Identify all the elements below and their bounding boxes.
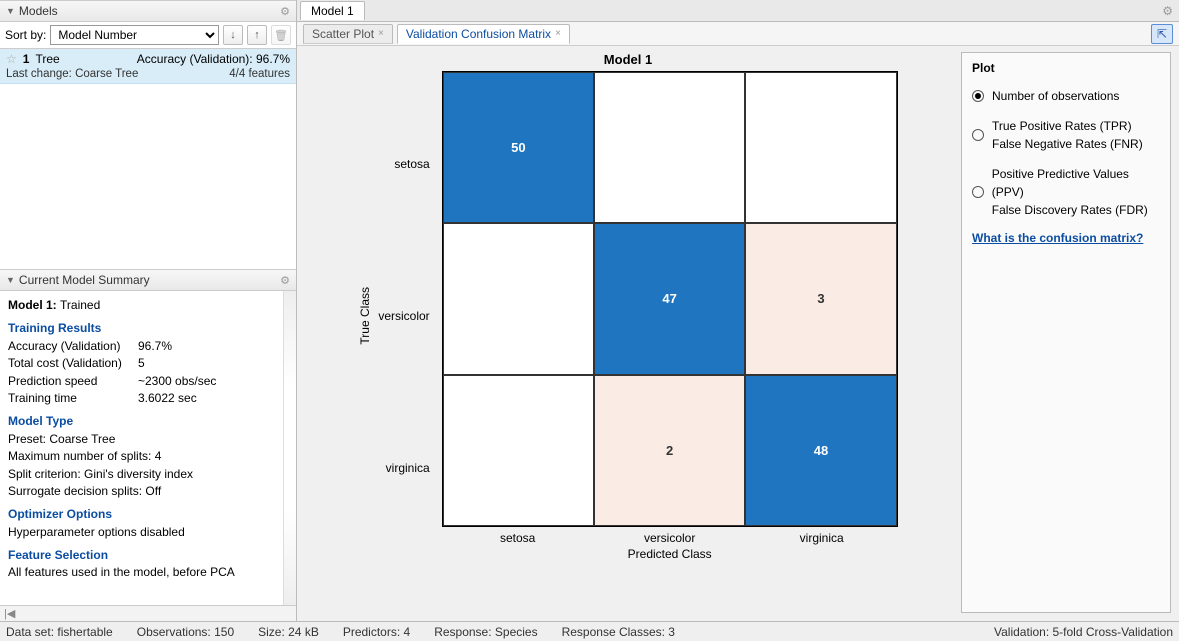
model-accuracy-label: Accuracy (Validation): 96.7%	[137, 52, 290, 66]
confusion-matrix-grid: 50473248	[442, 71, 898, 527]
model-name: Tree	[35, 52, 130, 66]
x-tick-labels: setosa versicolor virginica	[442, 527, 898, 545]
star-icon[interactable]: ☆	[6, 52, 17, 66]
gear-icon[interactable]: ⚙	[1162, 4, 1173, 18]
status-observations: Observations: 150	[137, 625, 234, 639]
models-list: ☆ 1 Tree Accuracy (Validation): 96.7% La…	[0, 49, 296, 269]
matrix-cell	[745, 72, 896, 223]
status-classes: Response Classes: 3	[562, 625, 675, 639]
close-icon[interactable]: ×	[378, 28, 384, 39]
radio-tpr-fnr[interactable]: True Positive Rates (TPR) False Negative…	[972, 117, 1160, 153]
disclosure-icon: ▼	[6, 6, 15, 16]
footer-nav: |◀	[0, 605, 296, 621]
tab-scatter-plot[interactable]: Scatter Plot×	[303, 24, 393, 44]
status-dataset: Data set: fishertable	[6, 625, 113, 639]
matrix-cell	[443, 375, 594, 526]
sort-up-button[interactable]: ↑	[247, 25, 267, 45]
radio-number-of-observations[interactable]: Number of observations	[972, 87, 1160, 105]
plot-controls-title: Plot	[972, 61, 1160, 75]
model-status: Model 1: Trained	[8, 297, 288, 314]
status-bar: Data set: fishertable Observations: 150 …	[0, 621, 1179, 641]
status-validation: Validation: 5-fold Cross-Validation	[994, 625, 1173, 639]
model-type-head: Model Type	[8, 413, 288, 430]
close-icon[interactable]: ×	[555, 28, 561, 39]
matrix-cell: 48	[745, 375, 896, 526]
matrix-cell	[594, 72, 745, 223]
status-response: Response: Species	[434, 625, 537, 639]
matrix-cell: 3	[745, 223, 896, 374]
radio-icon	[972, 90, 984, 102]
confusion-matrix-help-link[interactable]: What is the confusion matrix?	[972, 231, 1160, 245]
radio-icon	[972, 129, 984, 141]
gear-icon[interactable]: ⚙	[280, 5, 290, 18]
summary-panel-header[interactable]: ▼ Current Model Summary ⚙	[0, 269, 296, 291]
sort-label: Sort by:	[5, 28, 46, 42]
sort-row: Sort by: Model Number ↓ ↑ 🗑	[0, 22, 296, 49]
optimizer-head: Optimizer Options	[8, 506, 288, 523]
model-last-change: Last change: Coarse Tree	[6, 68, 138, 80]
prev-icon[interactable]: |◀	[4, 607, 15, 620]
models-title: Models	[19, 4, 58, 18]
models-panel-header[interactable]: ▼ Models ⚙	[0, 0, 296, 22]
tab-model-1[interactable]: Model 1	[300, 1, 365, 20]
matrix-cell	[443, 223, 594, 374]
x-axis-label: Predicted Class	[442, 547, 898, 561]
matrix-cell: 50	[443, 72, 594, 223]
y-axis-label: True Class	[358, 287, 372, 345]
status-size: Size: 24 kB	[258, 625, 319, 639]
disclosure-icon: ▼	[6, 275, 15, 285]
chart-title: Model 1	[604, 52, 652, 67]
scrollbar-thumb[interactable]	[285, 297, 295, 337]
plot-controls: Plot Number of observations True Positiv…	[961, 52, 1171, 613]
radio-ppv-fdr[interactable]: Positive Predictive Values (PPV) False D…	[972, 165, 1160, 219]
radio-icon	[972, 186, 984, 198]
sort-select[interactable]: Model Number	[50, 25, 219, 45]
trash-button[interactable]: 🗑	[271, 25, 291, 45]
sort-down-button[interactable]: ↓	[223, 25, 243, 45]
confusion-chart: Model 1 True Class setosa versicolor vir…	[297, 46, 959, 621]
y-tick-labels: setosa versicolor virginica	[378, 88, 435, 544]
model-tabs: Model 1 ⚙	[297, 0, 1179, 22]
matrix-cell: 47	[594, 223, 745, 374]
model-number: 1	[23, 52, 30, 66]
matrix-cell: 2	[594, 375, 745, 526]
status-predictors: Predictors: 4	[343, 625, 410, 639]
feature-selection-head: Feature Selection	[8, 547, 288, 564]
plot-tabs: Scatter Plot× Validation Confusion Matri…	[297, 22, 1179, 46]
model-features: 4/4 features	[229, 68, 290, 80]
export-plot-button[interactable]: ⇱	[1151, 24, 1173, 44]
tab-confusion-matrix[interactable]: Validation Confusion Matrix×	[397, 24, 570, 44]
summary-title: Current Model Summary	[19, 273, 150, 287]
training-results-head: Training Results	[8, 320, 288, 337]
model-list-item[interactable]: ☆ 1 Tree Accuracy (Validation): 96.7% La…	[0, 49, 296, 84]
summary-body: Model 1: Trained Training Results Accura…	[0, 291, 296, 605]
gear-icon[interactable]: ⚙	[280, 274, 290, 287]
